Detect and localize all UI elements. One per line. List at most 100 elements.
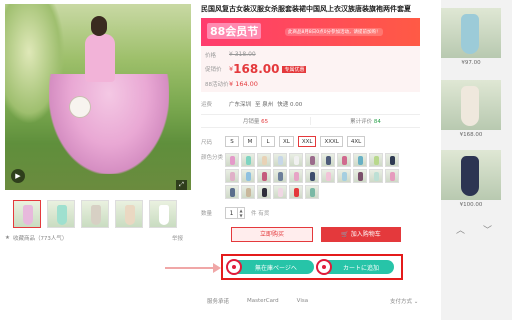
color-swatch[interactable] [289,185,303,199]
ship-from: 广东深圳 [229,102,252,108]
color-swatch[interactable] [385,153,399,167]
color-swatch[interactable] [305,185,319,199]
original-price-label: 价格 [205,52,217,59]
payment-row: 服务承诺 MasterCard Visa [207,297,308,305]
sales-label: 月销量 [242,119,260,125]
color-swatch[interactable] [369,153,383,167]
color-swatch[interactable] [225,185,239,199]
color-swatch[interactable] [321,153,335,167]
thumbnail[interactable] [13,200,41,228]
color-swatch[interactable] [241,169,255,183]
recommend-image[interactable] [441,8,501,58]
color-swatch[interactable] [225,169,239,183]
favorites-row: ★ 收藏商品（773人气） 举报 [5,234,191,242]
thumbnail[interactable] [115,200,143,228]
color-swatches [225,153,405,199]
color-swatch[interactable] [289,153,303,167]
color-swatch[interactable] [241,185,255,199]
payment-method: MasterCard [247,298,279,304]
color-swatch[interactable] [353,169,367,183]
quantity-arrows[interactable]: ▲ ▼ [238,208,244,218]
gallery: ▶ ⤢ ★ 收藏商品（773人气） 举报 [5,4,191,242]
chevron-up-icon[interactable]: ︿ [456,223,465,236]
size-option[interactable]: 4XL [346,136,366,147]
color-swatch[interactable] [337,153,351,167]
ship-to[interactable]: 至 泉州 [255,100,273,108]
stock-status: 件 有货 [251,211,270,217]
recommend-image[interactable] [441,150,501,200]
size-option[interactable]: L [261,136,275,147]
color-swatch[interactable] [385,169,399,183]
thumbnail[interactable] [149,200,177,228]
report-link[interactable]: 举报 [172,234,183,242]
recommend-nav: ︿ ﹀ [456,223,492,236]
color-swatch[interactable] [257,185,271,199]
sales-count: 65 [261,119,269,125]
star-icon[interactable]: ★ [5,235,10,241]
favorites-label[interactable]: 收藏商品（773人气） [13,234,68,242]
cart-add-button[interactable]: カートに追加 [316,259,394,275]
color-swatch[interactable] [305,153,319,167]
thumbnail[interactable] [81,200,109,228]
reviews-label: 累计评价 [350,119,373,125]
quantity-input[interactable]: 1 [226,208,238,218]
color-swatch[interactable] [369,169,383,183]
color-swatch[interactable] [257,153,271,167]
color-swatch[interactable] [225,153,239,167]
recommend-price: ¥100.00 [459,202,483,208]
chevron-down-icon[interactable]: ﹀ [483,223,492,236]
buy-now-button[interactable]: 立即购买 [231,227,313,242]
main-product-image[interactable]: ▶ ⤢ [5,4,191,190]
promo-note: 此商品8月8日0点0分参加活动，请提前加购！ [285,28,384,36]
thumbnail[interactable] [47,200,75,228]
recommend-item[interactable]: ¥97.00 [441,8,501,66]
no-stock-page-button[interactable]: 無在庫ページへ [226,259,314,275]
color-swatch[interactable] [273,153,287,167]
payment-more-link[interactable]: 支付方式 ⌄ [390,297,418,305]
color-swatch[interactable] [273,185,287,199]
recommend-item[interactable]: ¥168.00 [441,80,501,138]
add-to-cart-button[interactable]: 🛒 加入购物车 [321,227,401,242]
decrement-icon[interactable]: ▼ [238,213,244,218]
original-price-row: 价格 ¥ 318.00 [205,49,416,60]
dress-top [85,34,115,82]
product-details: 民国风复古女装汉服女杀服套装裙中国风上衣汉族唐装旗袍两件套夏 88会员节 此商品… [201,4,420,242]
extension-action-box: 無在庫ページへ カートに追加 [221,254,403,280]
size-option[interactable]: M [243,136,257,147]
color-swatch[interactable] [321,169,335,183]
promo-price: 168.00 [233,62,280,76]
color-swatch[interactable] [337,169,351,183]
size-option[interactable]: XXXL [320,136,343,147]
zoom-icon[interactable]: ⤢ [176,180,187,190]
color-swatch[interactable] [353,153,367,167]
promo-banner: 88会员节 此商品8月8日0点0分参加活动，请提前加购！ [201,18,420,46]
flower-icon [316,259,332,275]
purchase-actions: 立即购买 🛒 加入购物车 [231,227,420,242]
quantity-stepper[interactable]: 1 ▲ ▼ [225,207,245,219]
recommend-price: ¥168.00 [459,132,483,138]
promo-price-row: 促销价 ¥ 168.00 专属优惠 [205,60,416,78]
quantity-row: 数量 1 ▲ ▼ 件 有货 [201,207,420,219]
size-option[interactable]: XL [279,136,294,147]
color-swatch[interactable] [241,153,255,167]
event-price-label: 88活动价 [205,81,229,88]
promo-price-label: 促销价 [205,67,222,73]
color-swatch[interactable] [273,169,287,183]
event-price-row: 88活动价 ¥ 164.00 [205,78,416,89]
ship-fee: 快递 0.00 [277,102,303,108]
recommend-image[interactable] [441,80,501,130]
payment-method: Visa [296,298,309,304]
color-swatch[interactable] [305,169,319,183]
play-icon[interactable]: ▶ [11,169,25,183]
color-swatch[interactable] [289,169,303,183]
fan [69,96,91,118]
cart-add-label: カートに追加 [342,264,379,272]
recommend-item[interactable]: ¥100.00 [441,150,501,208]
flower-icon [226,259,242,275]
reviews-stat[interactable]: 累计评价 84 [310,117,420,125]
color-swatch[interactable] [257,169,271,183]
model-head [91,16,107,36]
size-option-selected[interactable]: XXL [297,136,317,147]
size-option[interactable]: S [225,136,239,147]
size-selector: 尺码 S M L XL XXL XXXL 4XL [201,136,420,147]
